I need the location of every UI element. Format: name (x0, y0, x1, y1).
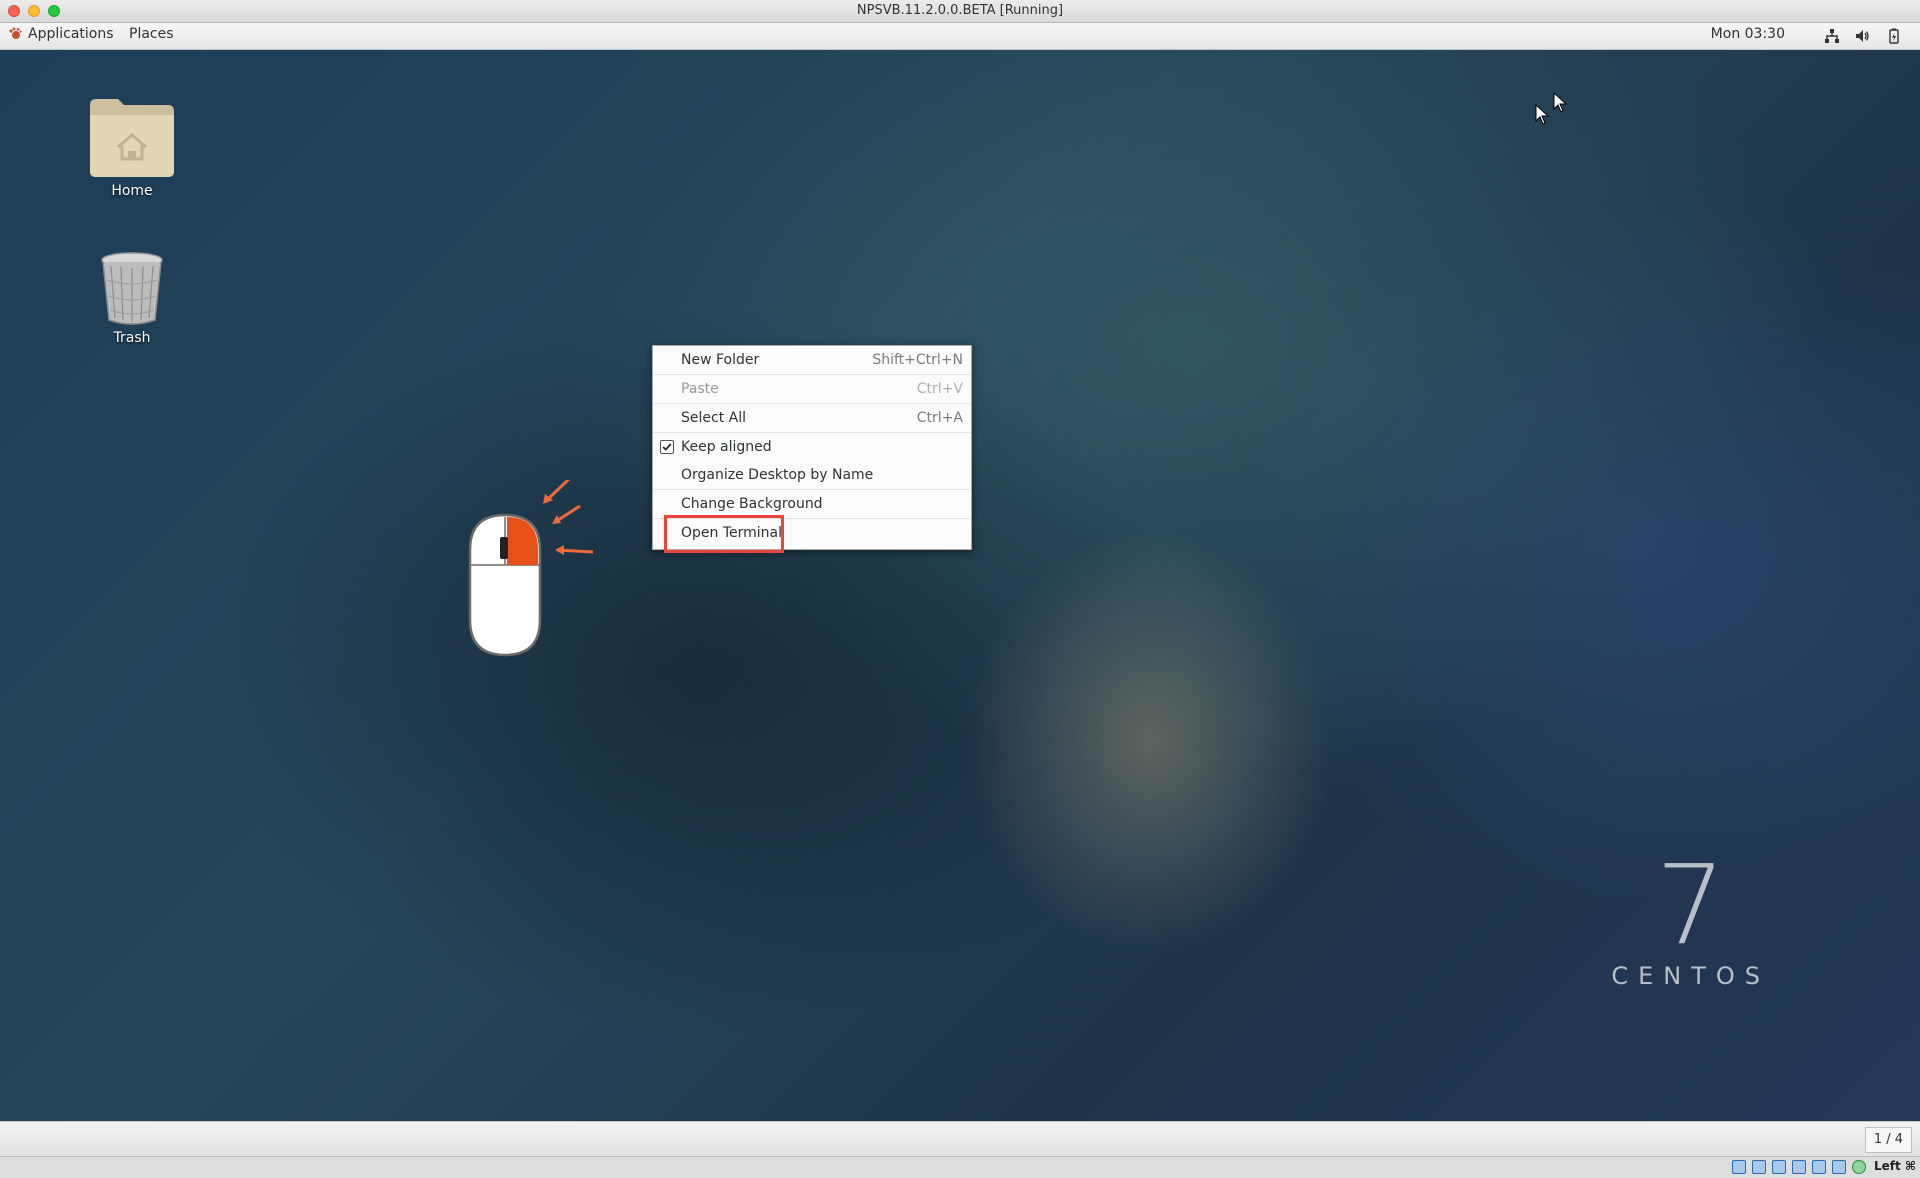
desktop-icon-trash[interactable]: Trash (72, 250, 192, 346)
workspace-switcher[interactable]: 1 / 4 (1864, 1127, 1912, 1153)
desktop-context-menu: New Folder Shift+Ctrl+N Paste Ctrl+V Sel… (652, 345, 972, 550)
menu-item-new-folder[interactable]: New Folder Shift+Ctrl+N (653, 346, 971, 374)
mouse-right-click-icon (468, 480, 594, 657)
network-adapter-icon[interactable] (1792, 1160, 1806, 1174)
menu-item-organize-desktop[interactable]: Organize Desktop by Name (653, 461, 971, 489)
menu-item-change-background[interactable]: Change Background (653, 490, 971, 518)
maximize-window-button[interactable] (48, 5, 60, 17)
gnome-foot-icon (9, 27, 22, 39)
gnome-top-bar: Applications Places Mon 03:30 (0, 23, 1920, 50)
trash-icon-label: Trash (113, 330, 151, 346)
applications-label: Applications (28, 26, 114, 42)
audio-icon[interactable] (1772, 1160, 1786, 1174)
shared-folders-icon[interactable] (1832, 1160, 1846, 1174)
clock[interactable]: Mon 03:30 (1711, 26, 1785, 42)
centos-version-number: 7 (1655, 841, 1726, 969)
volume-icon[interactable] (1854, 28, 1870, 44)
vm-status-bar: Left ⌘ (0, 1156, 1920, 1178)
usb-icon[interactable] (1812, 1160, 1826, 1174)
battery-icon[interactable] (1886, 28, 1902, 44)
gnome-bottom-bar: 1 / 4 (0, 1121, 1920, 1157)
hard-disk-icon[interactable] (1732, 1160, 1746, 1174)
menu-item-open-terminal[interactable]: Open Terminal (653, 519, 971, 547)
network-icon[interactable] (1824, 28, 1840, 44)
desktop-icon-home[interactable]: Home (72, 95, 192, 199)
window-title: NPSVB.11.2.0.0.BETA [Running] (856, 3, 1064, 18)
menu-item-keep-aligned[interactable]: Keep aligned (653, 433, 971, 461)
close-window-button[interactable] (8, 5, 20, 17)
checkbox-checked-icon[interactable] (660, 440, 674, 454)
trash-icon (101, 252, 163, 325)
host-key-indicator: Left ⌘ (1873, 1159, 1916, 1173)
home-folder-icon (90, 99, 174, 177)
mouse-pointer-icon (1553, 92, 1568, 113)
mouse-integration-icon[interactable] (1852, 1160, 1866, 1174)
window-titlebar: NPSVB.11.2.0.0.BETA [Running] (0, 0, 1920, 23)
menu-item-paste: Paste Ctrl+V (681, 381, 963, 397)
places-menu[interactable]: Places (129, 26, 174, 42)
mouse-pointer-icon (1535, 104, 1550, 125)
menu-item-select-all[interactable]: Select All Ctrl+A (653, 404, 971, 432)
desktop[interactable]: Home Trash 7 CENTOS (0, 50, 1920, 1121)
centos-wordmark: CENTOS (1611, 962, 1770, 990)
minimize-window-button[interactable] (28, 5, 40, 17)
home-icon-label: Home (111, 183, 153, 199)
applications-menu[interactable]: Applications (8, 26, 114, 42)
optical-drive-icon[interactable] (1752, 1160, 1766, 1174)
centos-watermark: 7 CENTOS (1611, 850, 1770, 990)
